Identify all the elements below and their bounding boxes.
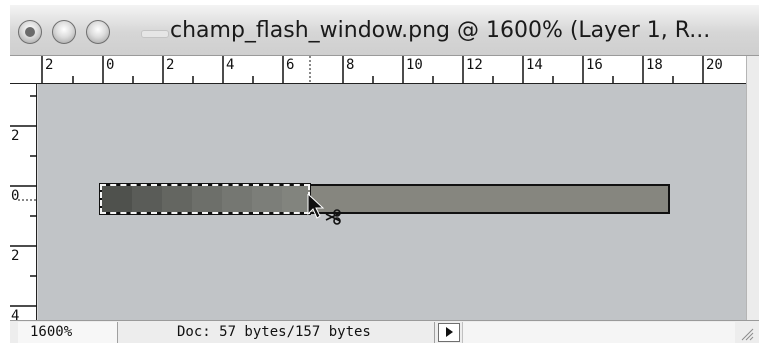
gradient-cell — [282, 186, 308, 212]
ruler-label: 14 — [526, 57, 543, 73]
ruler-label: 16 — [586, 57, 603, 73]
ruler-label: 2 — [11, 128, 20, 144]
gradient-cell — [132, 186, 162, 212]
ruler-label: 6 — [286, 57, 295, 73]
ruler-label: 2 — [45, 57, 54, 73]
proxy-document-icon[interactable] — [141, 30, 169, 38]
ruler-label: 2 — [11, 248, 20, 264]
vertical-ruler[interactable]: 2 0 2 4 — [10, 84, 37, 323]
horizontal-scrollbar[interactable] — [462, 322, 735, 343]
minimize-window-icon[interactable] — [52, 20, 76, 44]
gradient-cell — [222, 186, 252, 212]
ruler-label: 2 — [166, 57, 175, 73]
document-size-info: Doc: 57 bytes/157 bytes — [125, 322, 435, 343]
ruler-label: 8 — [346, 57, 355, 73]
ruler-label: 10 — [406, 57, 423, 73]
status-bar: 1600% Doc: 57 bytes/157 bytes — [10, 320, 759, 343]
close-window-icon[interactable] — [18, 20, 42, 44]
triangle-right-icon[interactable] — [438, 323, 460, 342]
ruler-label: 0 — [106, 57, 115, 73]
ruler-label: 18 — [646, 57, 663, 73]
gradient-cell — [252, 186, 282, 212]
gradient-cell — [162, 186, 192, 212]
horizontal-ruler[interactable]: 2 0 2 4 6 8 10 12 14 16 18 20 — [10, 56, 759, 84]
gradient-cell — [192, 186, 222, 212]
document-window: champ_flash_window.png @ 1600% (Layer 1,… — [10, 5, 759, 343]
window-title: champ_flash_window.png @ 1600% (Layer 1,… — [170, 18, 711, 43]
ruler-label: 0 — [11, 188, 20, 204]
flash-window-graphic[interactable] — [100, 184, 670, 214]
gradient-cell — [102, 186, 132, 212]
vertical-scrollbar[interactable] — [746, 56, 759, 320]
resize-grip-icon[interactable] — [738, 325, 754, 341]
ruler-label: 20 — [706, 57, 723, 73]
title-bar[interactable]: champ_flash_window.png @ 1600% (Layer 1,… — [10, 5, 759, 56]
zoom-level-field[interactable]: 1600% — [18, 322, 118, 343]
zoom-window-icon[interactable] — [86, 20, 110, 44]
scissors-cursor-icon — [307, 192, 347, 226]
ruler-label: 12 — [466, 57, 483, 73]
ruler-label: 4 — [226, 57, 235, 73]
